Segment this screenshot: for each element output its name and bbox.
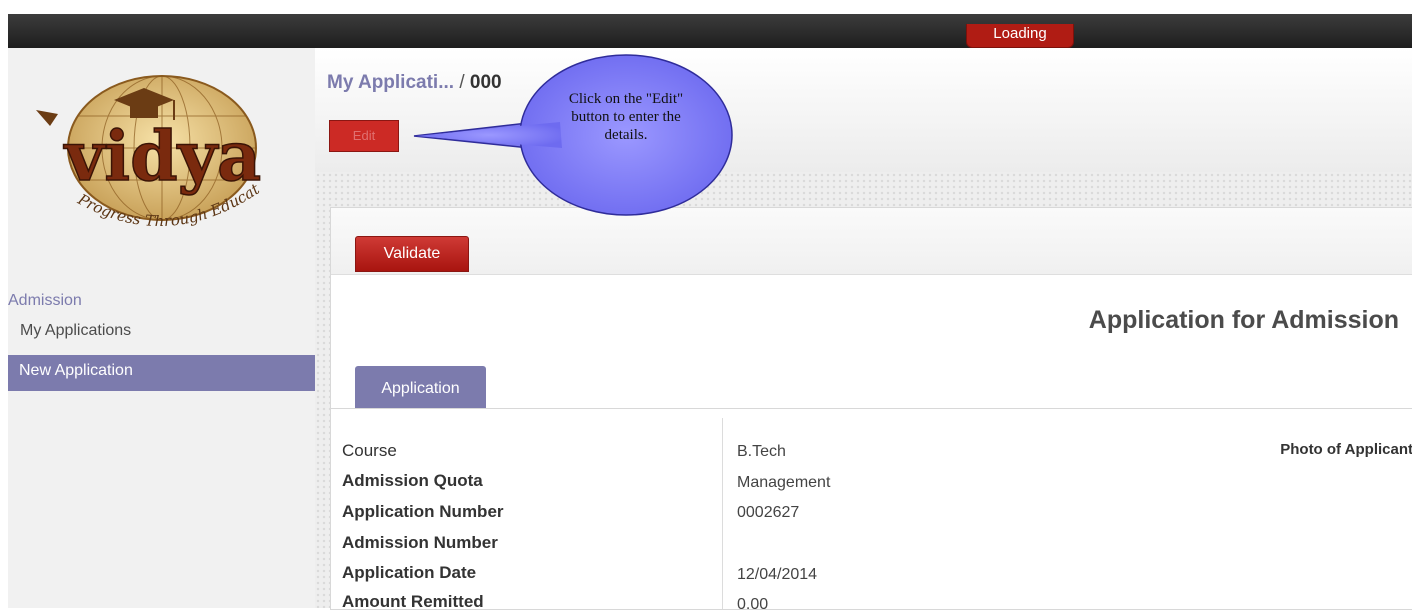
validate-button[interactable]: Validate (355, 236, 469, 272)
tab-application[interactable]: Application (355, 366, 486, 409)
field-label-admission-number: Admission Number (342, 533, 498, 552)
sidebar-item-new-application[interactable]: New Application (8, 355, 315, 391)
field-value-course[interactable]: B.Tech (737, 443, 786, 461)
tab-divider (331, 408, 1412, 409)
svg-text:vidya: vidya (63, 117, 261, 197)
form-sheet: Validate Application for Admission Appli… (330, 207, 1412, 613)
field-label-application-number: Application Number (342, 502, 504, 521)
photo-of-applicant-label: Photo of Applicant (1280, 441, 1412, 458)
field-label-amount-remitted: Amount Remitted (342, 592, 484, 611)
callout-text: Click on the "Edit" button to enter the … (568, 91, 684, 143)
field-value-amount-remitted[interactable]: 0.00 (737, 596, 768, 614)
field-value-admission-quota[interactable]: Management (737, 474, 830, 492)
breadcrumb-separator: / (459, 72, 465, 93)
sidebar-item-my-applications[interactable]: My Applications (20, 322, 131, 340)
sidebar-section-admission: Admission (8, 292, 82, 309)
field-value-application-date[interactable]: 12/04/2014 (737, 566, 817, 584)
field-value-application-number[interactable]: 0002627 (737, 504, 799, 522)
form-title: Application for Admission (1088, 306, 1399, 334)
field-label-course: Course (342, 441, 397, 460)
vidya-logo[interactable]: vidya Progress Through Education (32, 68, 294, 258)
column-divider (722, 418, 723, 609)
breadcrumb-parent-link[interactable]: My Applicati... (327, 72, 454, 93)
form-toolbar: Validate (331, 208, 1412, 275)
page-header: My Applicati... / 000 Edit (315, 48, 1412, 173)
breadcrumb: My Applicati... / 000 (327, 72, 502, 94)
field-label-admission-quota: Admission Quota (342, 471, 483, 490)
edit-button[interactable]: Edit (329, 120, 399, 152)
field-label-application-date: Application Date (342, 563, 477, 582)
top-bar: Loading (8, 14, 1412, 48)
breadcrumb-current: 000 (469, 72, 502, 93)
loading-indicator: Loading (966, 24, 1074, 48)
sidebar: vidya Progress Through Education Admissi… (8, 48, 315, 608)
